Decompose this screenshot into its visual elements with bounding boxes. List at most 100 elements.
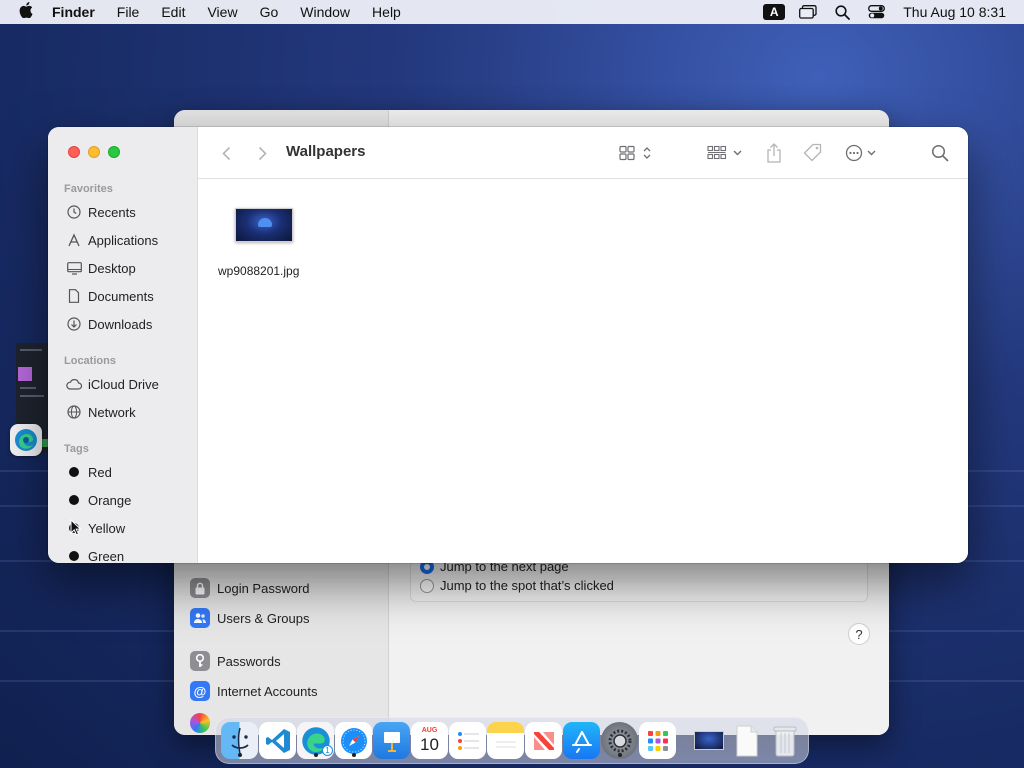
- option-jump-to-spot[interactable]: Jump to the spot that’s clicked: [420, 578, 614, 593]
- sidebar-item-network[interactable]: Network: [66, 403, 136, 421]
- icon-view-icon: [619, 145, 651, 161]
- screen-mirroring-icon[interactable]: [791, 5, 825, 19]
- settings-item-passwords[interactable]: Passwords: [190, 651, 281, 671]
- sidebar-item-desktop[interactable]: Desktop: [66, 259, 136, 277]
- tag-dot-icon: [69, 551, 79, 561]
- menu-help[interactable]: Help: [361, 4, 412, 20]
- edge-app-icon[interactable]: [10, 424, 42, 456]
- sidebar-item-label: Red: [88, 464, 112, 480]
- back-button[interactable]: [218, 141, 234, 165]
- settings-item-label: Internet Accounts: [217, 683, 318, 699]
- chevron-left-icon: [221, 146, 230, 160]
- sidebar-section-favorites: Favorites: [64, 183, 113, 195]
- input-source-label: A: [763, 4, 786, 20]
- app-store-icon[interactable]: [563, 722, 600, 759]
- input-source-icon[interactable]: A: [757, 4, 791, 20]
- sidebar-item-applications[interactable]: Applications: [66, 231, 158, 249]
- downloads-stack[interactable]: [728, 722, 765, 759]
- at-sign-icon: @: [190, 681, 210, 701]
- sidebar-tag-red[interactable]: Red: [66, 463, 112, 481]
- menu-bar: Finder File Edit View Go Window Help A T…: [0, 0, 1024, 24]
- sidebar-section-locations: Locations: [64, 355, 116, 367]
- control-center-icon[interactable]: [859, 5, 893, 19]
- running-indicator: [351, 753, 356, 757]
- file-name-label[interactable]: wp9088201.jpg: [218, 264, 299, 278]
- group-by-button[interactable]: [706, 141, 746, 165]
- news-app-icon[interactable]: [525, 722, 562, 759]
- settings-item-partial[interactable]: [190, 713, 217, 733]
- search-icon: [931, 144, 949, 162]
- sidebar-item-label: Yellow: [88, 520, 126, 536]
- sidebar-item-recents[interactable]: Recents: [66, 203, 136, 221]
- safari-app-icon[interactable]: [335, 722, 372, 759]
- menu-view[interactable]: View: [196, 4, 248, 20]
- reminders-app-icon[interactable]: [449, 722, 486, 759]
- vscode-app-icon[interactable]: [259, 722, 296, 759]
- finder-content: wp9088201.jpg: [198, 179, 968, 563]
- apple-menu-icon[interactable]: [0, 2, 52, 22]
- notification-badge: 1: [322, 745, 333, 756]
- tag-icon: [803, 143, 822, 162]
- finder-window[interactable]: Favorites Recents Applications Desktop D…: [48, 127, 968, 563]
- menu-clock[interactable]: Thu Aug 10 8:31: [893, 4, 1024, 20]
- zoom-window-button[interactable]: [108, 146, 120, 158]
- minimize-window-button[interactable]: [88, 146, 100, 158]
- sidebar-item-icloud-drive[interactable]: iCloud Drive: [66, 375, 159, 393]
- sidebar-tag-orange[interactable]: Orange: [66, 491, 131, 509]
- settings-item-users-groups[interactable]: Users & Groups: [190, 608, 309, 628]
- forward-button[interactable]: [254, 141, 270, 165]
- actions-button[interactable]: [844, 141, 880, 165]
- calendar-app-icon[interactable]: AUG 10: [411, 722, 448, 759]
- users-icon: [190, 608, 210, 628]
- edge-dock-icon[interactable]: 1: [297, 722, 334, 759]
- menu-go[interactable]: Go: [249, 4, 290, 20]
- keynote-app-icon[interactable]: [373, 722, 410, 759]
- settings-item-login-password[interactable]: Login Password: [190, 578, 310, 598]
- trash-icon[interactable]: [766, 722, 803, 759]
- search-button[interactable]: [930, 141, 950, 165]
- settings-item-label: Passwords: [217, 653, 281, 669]
- radio-unselected[interactable]: [420, 578, 434, 593]
- close-window-button[interactable]: [68, 146, 80, 158]
- launchpad-app-icon[interactable]: [639, 722, 676, 759]
- running-indicator: [237, 753, 242, 757]
- sidebar-item-downloads[interactable]: Downloads: [66, 315, 152, 333]
- cloud-icon: [66, 376, 82, 392]
- system-settings-app-icon[interactable]: [601, 722, 638, 759]
- spotlight-search-icon[interactable]: [825, 4, 859, 20]
- calendar-month: AUG: [421, 727, 438, 734]
- download-icon: [66, 316, 82, 332]
- sidebar-item-label: Network: [88, 404, 136, 420]
- sidebar-item-documents[interactable]: Documents: [66, 287, 154, 305]
- menu-edit[interactable]: Edit: [150, 4, 196, 20]
- settings-item-internet-accounts[interactable]: @ Internet Accounts: [190, 681, 317, 701]
- running-indicator: [617, 753, 622, 757]
- tag-dot-icon: [69, 467, 79, 477]
- window-controls: [68, 146, 120, 158]
- sidebar-section-tags: Tags: [64, 443, 89, 455]
- finder-app-icon[interactable]: [221, 722, 258, 759]
- menu-app-name[interactable]: Finder: [52, 4, 106, 20]
- view-mode-button[interactable]: [618, 141, 656, 165]
- calendar-day: 10: [420, 735, 439, 754]
- menu-window[interactable]: Window: [289, 4, 361, 20]
- edge-line: [20, 395, 44, 397]
- notes-app-icon[interactable]: [487, 722, 524, 759]
- help-button[interactable]: ?: [848, 623, 870, 645]
- sidebar-item-label: Applications: [88, 232, 159, 248]
- edge-line: [20, 387, 36, 389]
- menu-file[interactable]: File: [106, 4, 151, 20]
- running-indicator: [313, 753, 318, 757]
- thumbnail-highlight: [258, 218, 272, 227]
- key-icon: [190, 651, 210, 671]
- share-button[interactable]: [764, 141, 784, 165]
- dock: 1 AUG 10: [215, 717, 809, 764]
- edge-thumbnail: [18, 367, 32, 381]
- file-thumbnail[interactable]: [235, 208, 293, 242]
- wallpapers-folder-stack[interactable]: [690, 722, 727, 759]
- sidebar-item-label: iCloud Drive: [88, 376, 159, 392]
- game-center-icon: [190, 713, 210, 733]
- tags-button[interactable]: [802, 141, 824, 165]
- group-icon: [707, 145, 742, 160]
- sidebar-tag-green[interactable]: Green: [66, 547, 124, 563]
